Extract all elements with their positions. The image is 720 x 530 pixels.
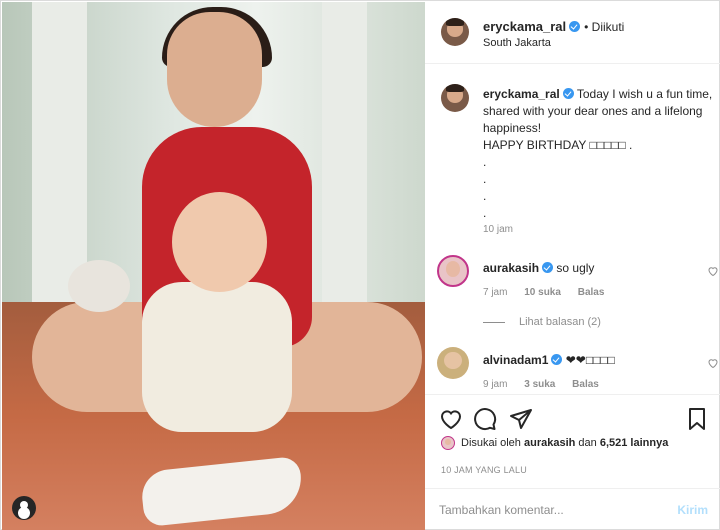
action-bar — [425, 394, 720, 438]
likes-summary: Disukai oleh aurakasih dan 6,521 lainnya — [441, 436, 668, 450]
comment-meta: 9 jam 3 suka Balas — [483, 379, 613, 390]
add-comment-bar: Kirim — [425, 488, 720, 530]
comment-meta: 7 jam 10 suka Balas — [483, 287, 618, 298]
verified-icon — [551, 354, 563, 365]
comment-time[interactable]: 7 jam — [483, 287, 507, 298]
comment-text-row: aurakasih so ugly — [483, 261, 594, 275]
photo-pillar — [322, 2, 367, 322]
author-username[interactable]: eryckama_ral — [483, 19, 566, 34]
comment-time[interactable]: 9 jam — [483, 379, 507, 390]
comment-heart-icon[interactable] — [707, 357, 719, 369]
reply-button[interactable]: Balas — [572, 379, 599, 390]
tagged-users-icon[interactable] — [12, 496, 36, 520]
photo-baby-head — [172, 192, 267, 292]
comment-text: so ugly — [556, 261, 595, 275]
verified-icon — [542, 262, 554, 273]
comment-heart-icon[interactable] — [707, 265, 719, 277]
replies-divider — [483, 321, 505, 323]
post-dialog: eryckama_ral • Diikuti South Jakarta eryc… — [0, 0, 720, 530]
post-location[interactable]: South Jakarta — [483, 37, 551, 49]
caption-time[interactable]: 10 jam — [483, 224, 513, 235]
comment-username[interactable]: aurakasih — [483, 261, 539, 275]
caption-dot: . — [483, 155, 487, 169]
author-avatar[interactable] — [441, 18, 469, 46]
comment-bubble-icon[interactable] — [473, 407, 497, 431]
author-name-row: eryckama_ral • Diikuti — [483, 19, 624, 34]
caption-username[interactable]: eryckama_ral — [483, 87, 560, 101]
bookmark-icon[interactable] — [685, 407, 709, 431]
caption-line2: HAPPY BIRTHDAY □□□□□ . — [483, 138, 633, 152]
likes-others-link[interactable]: 6,521 lainnya — [600, 437, 669, 449]
liker-username[interactable]: aurakasih — [524, 437, 575, 449]
post-sidebar: eryckama_ral • Diikuti South Jakarta eryc… — [425, 2, 720, 530]
caption-avatar[interactable] — [441, 84, 469, 112]
comment-input[interactable] — [439, 497, 659, 523]
post-timestamp[interactable]: 10 JAM YANG LALU — [441, 465, 527, 475]
post-photo[interactable] — [2, 2, 425, 530]
view-replies-label: Lihat balasan (2) — [519, 316, 601, 328]
share-send-icon[interactable] — [509, 407, 533, 431]
verified-icon — [562, 88, 574, 99]
likes-prefix: Disukai oleh — [461, 437, 521, 449]
caption-text-block: eryckama_ral Today I wish u a fun time, … — [483, 86, 713, 222]
caption-dot: . — [483, 172, 487, 186]
comment-likes[interactable]: 3 suka — [524, 379, 555, 390]
follow-status[interactable]: • Diikuti — [584, 20, 624, 34]
comment-text-row: alvinadam1 ❤❤□□□□ — [483, 353, 615, 367]
send-comment-button[interactable]: Kirim — [677, 503, 708, 517]
likes-connector: dan — [578, 437, 597, 449]
caption-dot: . — [483, 189, 487, 203]
photo-woman-head — [167, 12, 262, 127]
post-header: eryckama_ral • Diikuti South Jakarta — [425, 2, 720, 64]
comment-text: ❤❤□□□□ — [565, 353, 615, 367]
liker-avatar[interactable] — [441, 436, 455, 450]
caption-dot: . — [483, 206, 487, 220]
comment-username[interactable]: alvinadam1 — [483, 353, 548, 367]
commenter-avatar[interactable] — [437, 347, 469, 379]
verified-icon — [569, 21, 581, 32]
photo-baby-body — [142, 282, 292, 432]
view-replies-button[interactable]: Lihat balasan (2) — [483, 316, 601, 328]
reply-button[interactable]: Balas — [578, 287, 605, 298]
photo-bowl — [68, 260, 130, 312]
commenter-avatar[interactable] — [437, 255, 469, 287]
caption-dots: . . . . — [483, 154, 713, 222]
comment-likes[interactable]: 10 suka — [524, 287, 561, 298]
like-heart-icon[interactable] — [439, 407, 463, 431]
